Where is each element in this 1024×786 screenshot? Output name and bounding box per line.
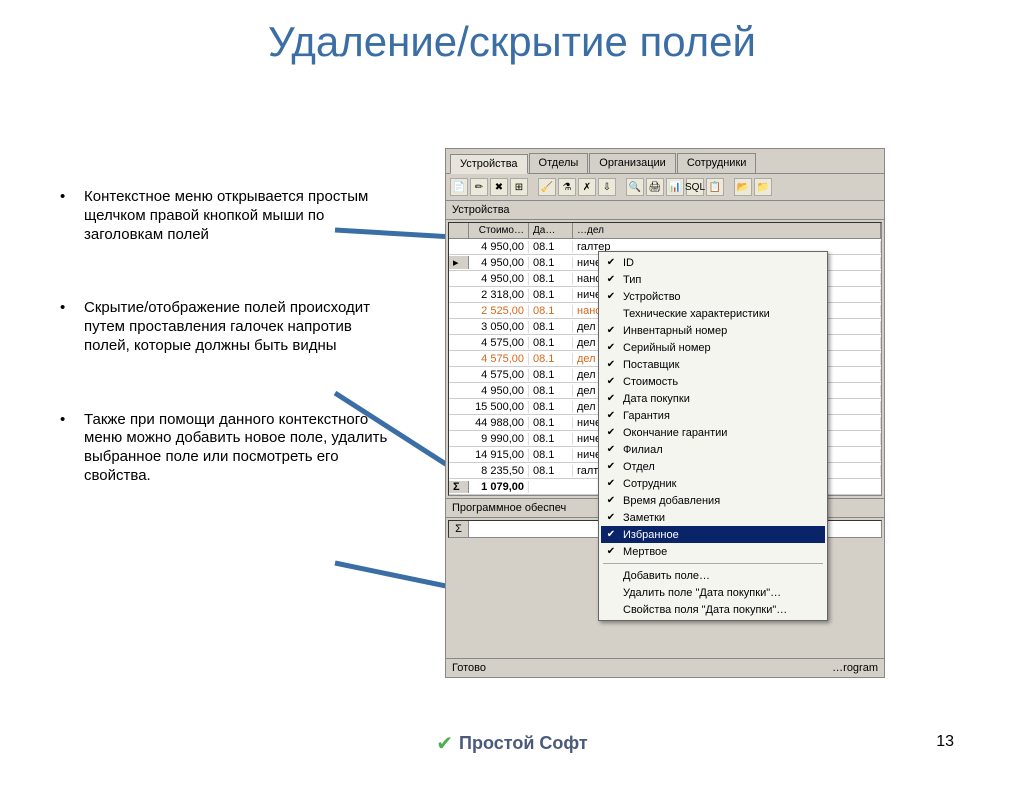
toolbar-btn-8[interactable]: 🔍 [626,178,644,196]
ctx-action-item[interactable]: Добавить поле… [601,567,825,584]
tab-departments[interactable]: Отделы [529,153,589,173]
check-icon: ✔ [605,444,617,455]
ctx-field-item[interactable]: ✔Инвентарный номер [601,322,825,339]
check-icon: ✔ [605,291,617,302]
check-icon: ✔ [436,731,453,756]
toolbar-btn-3[interactable]: ⊞ [510,178,528,196]
check-icon: ✔ [605,495,617,506]
toolbar-btn-1[interactable]: ✏ [470,178,488,196]
check-icon: ✔ [605,359,617,370]
check-icon: ✔ [605,342,617,353]
toolbar-btn-9[interactable]: 🖨 [646,178,664,196]
status-right: …rogram [832,662,878,674]
ctx-field-item[interactable]: ✔ID [601,254,825,271]
toolbar-btn-6[interactable]: ✗ [578,178,596,196]
bullet-2: Скрытие/отображение полей происходит пут… [60,299,400,355]
check-icon: ✔ [605,274,617,285]
ctx-field-item[interactable]: ✔Стоимость [601,373,825,390]
ctx-field-item[interactable]: ✔Отдел [601,458,825,475]
toolbar-btn-13[interactable]: 📂 [734,178,752,196]
ctx-action-item[interactable]: Свойства поля "Дата покупки"… [601,601,825,618]
status-bar: Готово …rogram [446,658,884,677]
context-menu[interactable]: ✔ID✔Тип✔УстройствоТехнические характерис… [598,251,828,621]
ctx-field-item[interactable]: Технические характеристики [601,305,825,322]
check-icon: ✔ [605,427,617,438]
ctx-field-item[interactable]: ✔Гарантия [601,407,825,424]
col-dept[interactable]: …дел [573,223,881,238]
slide-title: Удаление/скрытие полей [0,18,1024,66]
ctx-field-item[interactable]: ✔Тип [601,271,825,288]
check-icon: ✔ [605,529,617,540]
check-icon: ✔ [605,512,617,523]
grid-header[interactable]: Стоимо… Да… …дел [449,223,881,239]
tab-employees[interactable]: Сотрудники [677,153,757,173]
bullet-list: Контекстное меню открывается простым щел… [60,188,400,541]
tab-devices[interactable]: Устройства [450,154,528,174]
tab-bar: Устройства Отделы Организации Сотрудники [446,149,884,174]
check-icon: ✔ [605,325,617,336]
ctx-field-item[interactable]: ✔Окончание гарантии [601,424,825,441]
col-date[interactable]: Да… [529,223,573,238]
ctx-field-item[interactable]: ✔Филиал [601,441,825,458]
check-icon: ✔ [605,376,617,387]
check-icon: ✔ [605,461,617,472]
toolbar-btn-14[interactable]: 📁 [754,178,772,196]
ctx-field-item[interactable]: ✔Серийный номер [601,339,825,356]
section-devices-label: Устройства [446,201,884,220]
toolbar-btn-2[interactable]: ✖ [490,178,508,196]
footer-logo: ✔ Простой Софт [436,731,587,756]
check-icon: ✔ [605,410,617,421]
toolbar-btn-5[interactable]: ⚗ [558,178,576,196]
ctx-field-item[interactable]: ✔Заметки [601,509,825,526]
ctx-field-item[interactable]: ✔Мертвое [601,543,825,560]
tab-organizations[interactable]: Организации [589,153,676,173]
col-cost[interactable]: Стоимо… [469,223,529,238]
ctx-field-item[interactable]: ✔Дата покупки [601,390,825,407]
ctx-field-item[interactable]: ✔Сотрудник [601,475,825,492]
ctx-action-item[interactable]: Удалить поле "Дата покупки"… [601,584,825,601]
ctx-field-item[interactable]: ✔Устройство [601,288,825,305]
toolbar-btn-4[interactable]: 🧹 [538,178,556,196]
toolbar-btn-7[interactable]: ⇩ [598,178,616,196]
ctx-field-item[interactable]: ✔Избранное [601,526,825,543]
toolbar-btn-10[interactable]: 📊 [666,178,684,196]
bullet-1: Контекстное меню открывается простым щел… [60,188,400,244]
status-left: Готово [452,662,486,674]
ctx-field-item[interactable]: ✔Время добавления [601,492,825,509]
ctx-field-item[interactable]: ✔Поставщик [601,356,825,373]
check-icon: ✔ [605,257,617,268]
toolbar-btn-12[interactable]: 📋 [706,178,724,196]
toolbar-btn-11[interactable]: SQL [686,178,704,196]
toolbar: 📄✏✖⊞ 🧹⚗✗⇩ 🔍🖨📊SQL📋 📂📁 [446,174,884,201]
check-icon: ✔ [605,393,617,404]
check-icon: ✔ [605,478,617,489]
check-icon: ✔ [605,546,617,557]
bullet-3: Также при помощи данного контекстного ме… [60,411,400,486]
brand-text: Простой Софт [459,733,588,754]
page-number: 13 [936,733,954,751]
toolbar-btn-0[interactable]: 📄 [450,178,468,196]
